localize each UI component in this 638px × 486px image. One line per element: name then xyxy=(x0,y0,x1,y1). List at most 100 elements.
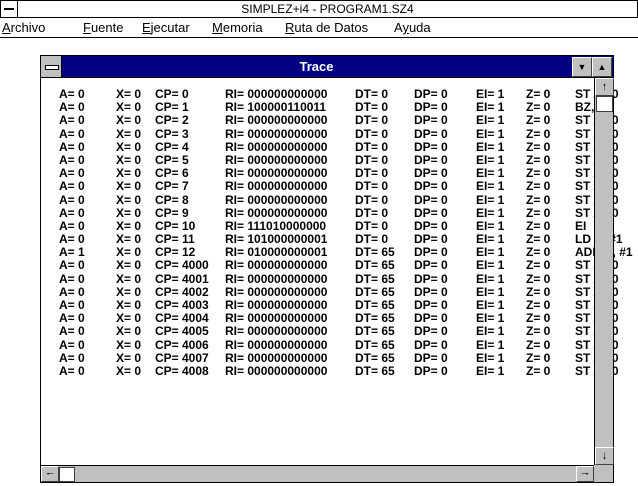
trace-dt: DT= 65 xyxy=(355,324,395,339)
trace-ri: RI= 000000000000 xyxy=(225,258,328,273)
trace-ri: RI= 000000000000 xyxy=(225,126,328,141)
trace-ei: EI= 1 xyxy=(476,139,505,154)
trace-z: Z= 0 xyxy=(526,271,551,286)
trace-reg-x: X= 0 xyxy=(116,126,142,141)
trace-acc-a: A= 0 xyxy=(59,113,85,128)
trace-ri: RI= 000000000000 xyxy=(225,113,328,128)
trace-acc-a: A= 0 xyxy=(59,258,85,273)
trace-ri: RI= 000000000000 xyxy=(225,179,328,194)
trace-acc-a: A= 0 xyxy=(59,179,85,194)
arrow-right-icon: 🠒 xyxy=(581,469,589,479)
trace-dp: DP= 0 xyxy=(414,113,448,128)
trace-z: Z= 0 xyxy=(526,126,551,141)
trace-dt: DT= 0 xyxy=(355,113,389,128)
trace-z: Z= 0 xyxy=(526,139,551,154)
menu-fuente[interactable]: Fuente xyxy=(83,18,124,37)
trace-ri: RI= 000000000000 xyxy=(225,271,328,286)
trace-z: Z= 0 xyxy=(526,363,551,378)
scroll-right-button[interactable]: 🠒 xyxy=(576,466,594,482)
trace-cp: CP= 9 xyxy=(155,205,189,220)
vertical-scrollbar[interactable]: 🠑 🠓 xyxy=(594,78,614,465)
trace-ei: EI= 1 xyxy=(476,363,505,378)
trace-line: A= 0 X= 0 CP= 9 RI= 000000000000 DT= 0 DP= 0 E… xyxy=(59,205,619,220)
trace-ri: RI= 000000000000 xyxy=(225,350,328,365)
trace-dp: DP= 0 xyxy=(414,205,448,220)
trace-acc-a: A= 0 xyxy=(59,139,85,154)
trace-reg-x: X= 0 xyxy=(116,205,142,220)
minimize-icon: ▼ xyxy=(577,62,587,72)
menu-ayuda[interactable]: Ayuda xyxy=(394,18,431,37)
trace-log: A= 0 X= 0 CP= 0 RI= 000000000000 DT= 0 DP= 0E… xyxy=(59,87,633,378)
trace-acc-a: A= 0 xyxy=(59,363,85,378)
trace-reg-x: X= 0 xyxy=(116,271,142,286)
trace-dp: DP= 0 xyxy=(414,126,448,141)
trace-dt: DT= 0 xyxy=(355,205,389,220)
trace-ri: RI= 000000000000 xyxy=(225,192,328,207)
trace-dt: DT= 65 xyxy=(355,363,395,378)
trace-dp: DP= 0 xyxy=(414,337,448,352)
trace-dp: DP= 0 xyxy=(414,350,448,365)
trace-line: A= 0 X= 0 CP= 4006 RI= 000000000000 DT= 65 DP… xyxy=(59,337,619,352)
trace-reg-x: X= 0 xyxy=(116,113,142,128)
scroll-down-button[interactable]: 🠓 xyxy=(595,447,614,465)
trace-ei: EI= 1 xyxy=(476,205,505,220)
trace-acc-a: A= 0 xyxy=(59,271,85,286)
trace-acc-a: A= 0 xyxy=(59,337,85,352)
trace-title: Trace xyxy=(299,59,334,74)
trace-reg-x: X= 0 xyxy=(116,258,142,273)
trace-ei: EI= 1 xyxy=(476,113,505,128)
trace-cp: CP= 3 xyxy=(155,126,189,141)
trace-ei: EI= 1 xyxy=(476,126,505,141)
trace-ri: RI= 000000000000 xyxy=(225,363,328,378)
trace-reg-x: X= 0 xyxy=(116,179,142,194)
trace-ri: RI= 000000000000 xyxy=(225,337,328,352)
trace-ei: EI= 1 xyxy=(476,258,505,273)
menu-ejecutar[interactable]: Ejecutar xyxy=(142,18,190,37)
trace-acc-a: A= 0 xyxy=(59,205,85,220)
trace-dt: DT= 65 xyxy=(355,350,395,365)
trace-ri: RI= 000000000000 xyxy=(225,205,328,220)
menu-memoria[interactable]: Memoria xyxy=(212,18,263,37)
trace-z: Z= 0 xyxy=(526,192,551,207)
trace-z: Z= 0 xyxy=(526,179,551,194)
trace-cp: CP= 4 xyxy=(155,139,189,154)
trace-cp: CP= 4000 xyxy=(155,258,209,273)
arrow-left-icon: 🠐 xyxy=(46,469,54,479)
trace-titlebar[interactable]: Trace ▼ ▲ xyxy=(41,56,613,78)
horizontal-scrollbar[interactable]: 🠐 🠒 xyxy=(41,465,594,482)
trace-z: Z= 0 xyxy=(526,337,551,352)
trace-ei: EI= 1 xyxy=(476,337,505,352)
vertical-scroll-thumb[interactable] xyxy=(596,96,613,112)
trace-line: A= 0 X= 0 CP= 8 RI= 000000000000 DT= 0 DP= 0 E… xyxy=(59,192,619,207)
trace-dt: DT= 0 xyxy=(355,192,389,207)
horizontal-scroll-thumb[interactable] xyxy=(59,467,75,482)
trace-dp: DP= 0 xyxy=(414,258,448,273)
maximize-button[interactable]: ▲ xyxy=(592,57,612,77)
trace-dp: DP= 0 xyxy=(414,179,448,194)
scroll-up-button[interactable]: 🠑 xyxy=(595,78,614,96)
trace-z: Z= 0 xyxy=(526,113,551,128)
trace-cp: CP= 2 xyxy=(155,113,189,128)
arrow-up-icon: 🠑 xyxy=(602,82,607,92)
menu-ruta-de-datos[interactable]: Ruta de Datos xyxy=(285,18,368,37)
trace-dt: DT= 0 xyxy=(355,139,389,154)
trace-reg-x: X= 0 xyxy=(116,337,142,352)
trace-cp: CP= 4005 xyxy=(155,324,209,339)
trace-acc-a: A= 0 xyxy=(59,324,85,339)
menu-archivo[interactable]: Archivo xyxy=(2,18,45,37)
trace-reg-x: X= 0 xyxy=(116,350,142,365)
trace-line: A= 0 X= 0 CP= 4001 RI= 000000000000 DT= 65 DP… xyxy=(59,271,619,286)
arrow-down-icon: 🠓 xyxy=(602,451,607,461)
trace-reg-x: X= 0 xyxy=(116,139,142,154)
trace-z: Z= 0 xyxy=(526,258,551,273)
menu-bar: Archivo Fuente Ejecutar Memoria Ruta de … xyxy=(0,18,638,38)
trace-system-menu-button[interactable] xyxy=(41,56,62,77)
trace-ei: EI= 1 xyxy=(476,179,505,194)
scroll-left-button[interactable]: 🠐 xyxy=(41,466,59,482)
trace-acc-a: A= 0 xyxy=(59,126,85,141)
trace-reg-x: X= 0 xyxy=(116,363,142,378)
minimize-button[interactable]: ▼ xyxy=(572,57,592,77)
trace-cp: CP= 8 xyxy=(155,192,189,207)
trace-line: A= 0 X= 0 CP= 4008 RI= 000000000000 DT= 65 DP… xyxy=(59,363,619,378)
app-system-menu-button[interactable] xyxy=(1,1,18,17)
